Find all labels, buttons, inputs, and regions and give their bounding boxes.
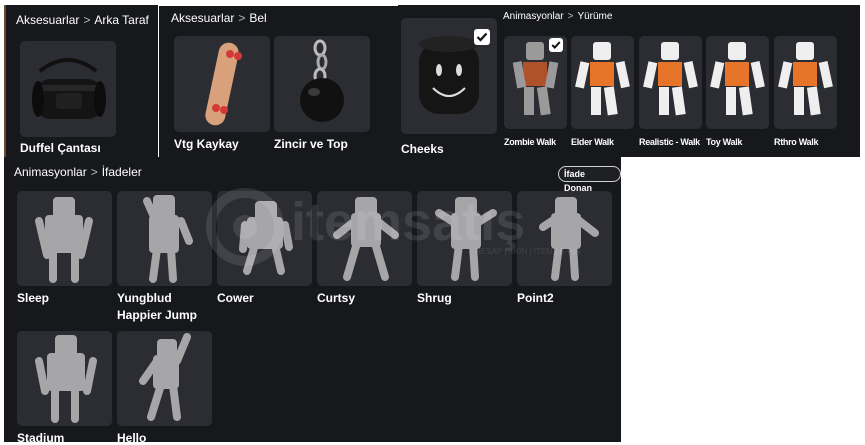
item-tile-cheeks[interactable] bbox=[401, 18, 497, 134]
item-label: Zincir ve Top bbox=[274, 137, 348, 151]
breadcrumb-category[interactable]: Aksesuarlar bbox=[171, 11, 234, 25]
item-tile-skateboard[interactable] bbox=[174, 36, 270, 132]
walk-label: Toy Walk bbox=[706, 137, 743, 147]
watermark-tagline: HESAP | SKIN | ITEM | E-PIN bbox=[475, 247, 581, 256]
emote-tile[interactable] bbox=[117, 191, 212, 286]
panel-bel: Aksesuarlar > Bel Vtg Kaykay Zincir ve Top bbox=[158, 5, 400, 159]
ball-and-chain-icon bbox=[300, 39, 344, 122]
walk-tile[interactable] bbox=[504, 36, 567, 129]
emote-silhouette-icon bbox=[35, 197, 93, 283]
item-label: Duffel Çantası bbox=[20, 141, 101, 155]
emote-label: Hello bbox=[117, 431, 147, 445]
emote-label: Sleep bbox=[17, 291, 50, 305]
item-tile-duffel[interactable] bbox=[20, 41, 116, 137]
equipped-checkmark[interactable] bbox=[549, 38, 563, 52]
walk-label: Zombie Walk bbox=[504, 137, 556, 147]
emote-label: Yungblud bbox=[117, 291, 172, 305]
checkmark-icon bbox=[551, 41, 561, 49]
emote-label: Shrug bbox=[417, 291, 452, 305]
panel-arka-taraf: Aksesuarlar > Arka Taraf Duffel Çantası bbox=[4, 5, 160, 157]
avatar-figure-icon bbox=[575, 42, 630, 116]
breadcrumb-category[interactable]: Animasyonlar bbox=[503, 11, 564, 22]
walk-label: Elder Walk bbox=[571, 137, 614, 147]
watermark-text: itemsatış bbox=[291, 192, 526, 252]
emote-label: Curtsy bbox=[317, 291, 356, 305]
panel-walk: Animasyonlar > Yürüme Zombie Walk Elder Wal… bbox=[500, 5, 860, 157]
item-label: Cheeks bbox=[401, 142, 444, 156]
avatar-figure-icon bbox=[643, 42, 698, 116]
emote-label-line2: Happier Jump bbox=[117, 308, 198, 322]
walk-tile[interactable] bbox=[774, 36, 837, 129]
breadcrumb-separator: > bbox=[567, 11, 574, 22]
avatar-figure-icon bbox=[778, 42, 833, 116]
breadcrumb-sub: Yürüme bbox=[577, 11, 613, 22]
emote-tile[interactable] bbox=[17, 331, 112, 426]
item-tile-ball-chain[interactable] bbox=[274, 36, 370, 132]
emote-label: Point2 bbox=[517, 291, 554, 305]
breadcrumb: Aksesuarlar > Bel bbox=[171, 11, 267, 25]
breadcrumb-sub: Bel bbox=[249, 11, 267, 25]
emote-silhouette-icon bbox=[139, 333, 191, 421]
item-label: Vtg Kaykay bbox=[174, 137, 239, 151]
watermark-logo-icon bbox=[206, 188, 284, 266]
breadcrumb-sub: İfadeler bbox=[101, 165, 142, 179]
walk-tile[interactable] bbox=[571, 36, 634, 129]
emote-silhouette-icon bbox=[35, 335, 97, 423]
breadcrumb-separator: > bbox=[238, 11, 246, 25]
equipped-checkmark[interactable] bbox=[474, 29, 490, 45]
emote-label: Stadium bbox=[17, 431, 65, 445]
breadcrumb: Animasyonlar > Yürüme bbox=[503, 11, 612, 22]
walk-tile[interactable] bbox=[639, 36, 702, 129]
breadcrumb-sub: Arka Taraf bbox=[94, 13, 149, 27]
breadcrumb-category[interactable]: Animasyonlar bbox=[14, 165, 87, 179]
walk-tile[interactable] bbox=[706, 36, 769, 129]
breadcrumb: Animasyonlar > İfadeler bbox=[14, 165, 142, 179]
walk-label: Rthro Walk bbox=[774, 137, 819, 147]
emote-tile[interactable] bbox=[17, 191, 112, 286]
watermark: itemsatış HESAP | SKIN | ITEM | E-PIN bbox=[205, 187, 625, 267]
breadcrumb: Aksesuarlar > Arka Taraf bbox=[16, 13, 149, 27]
emote-tile[interactable] bbox=[117, 331, 212, 426]
walk-label: Realistic - Walk bbox=[639, 137, 700, 147]
breadcrumb-separator: > bbox=[83, 13, 91, 27]
panel-face: Cheeks bbox=[398, 5, 500, 157]
equip-emote-button[interactable]: İfade Donan bbox=[558, 166, 621, 193]
emote-silhouette-icon bbox=[143, 195, 193, 283]
checkmark-icon bbox=[476, 32, 488, 42]
breadcrumb-separator: > bbox=[90, 165, 98, 179]
emote-label: Cower bbox=[217, 291, 254, 305]
breadcrumb-category[interactable]: Aksesuarlar bbox=[16, 13, 79, 27]
skateboard-icon bbox=[205, 42, 242, 126]
duffel-bag-icon bbox=[32, 58, 106, 119]
avatar-figure-icon bbox=[710, 42, 765, 116]
